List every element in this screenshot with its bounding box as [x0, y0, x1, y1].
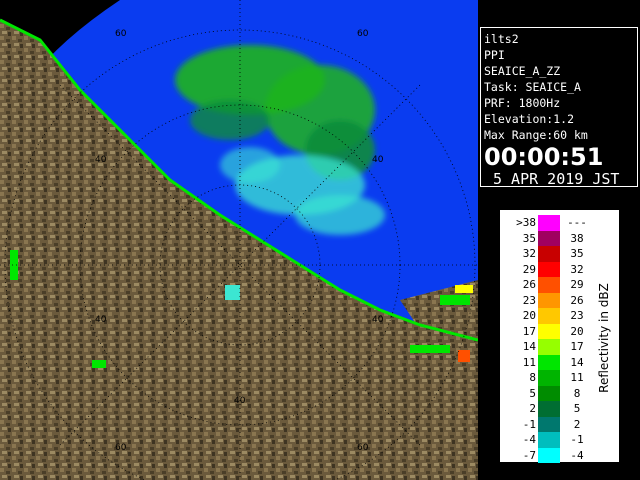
scale-row: 23 26	[510, 292, 596, 308]
scale-upper-bound: 29	[570, 278, 584, 291]
scale-lower-bound: 26	[522, 278, 536, 291]
scale-lower-bound: -7	[522, 448, 536, 462]
scale-lower-bound: 29	[522, 262, 536, 276]
scale-color-swatch	[538, 230, 560, 246]
scan-date: 5 APR 2019 JST	[493, 170, 620, 188]
scale-lower-bound: 8	[529, 371, 536, 384]
max-range-value: Max Range:60 km	[484, 128, 588, 142]
radar-ppi-map[interactable]: 60 60 40 40 40 40 40 60 60	[0, 0, 478, 480]
scale-color-swatch	[538, 323, 560, 339]
scale-lower-bound: 5	[529, 386, 536, 400]
task-name: Task: SEAICE_A	[484, 80, 581, 94]
scale-row: 32 35	[510, 246, 596, 262]
scale-color-swatch	[538, 277, 560, 293]
range-label: 40	[234, 396, 246, 406]
scale-row: 29 32	[510, 261, 596, 277]
scale-color-swatch	[538, 401, 560, 417]
scale-upper-bound: 26	[570, 293, 584, 307]
scale-color-swatch	[538, 447, 560, 463]
scale-lower-bound: 17	[522, 324, 536, 338]
scale-upper-bound: 14	[570, 355, 584, 369]
scale-upper-bound: 5	[573, 402, 581, 415]
scale-color-swatch	[538, 246, 560, 262]
scale-row: 20 23	[510, 308, 596, 324]
scale-row: 58	[510, 385, 596, 401]
scale-upper-bound: -1	[570, 433, 584, 446]
scan-mode: PPI	[484, 48, 505, 62]
range-label: 60	[357, 29, 369, 39]
scale-upper-bound: 11	[570, 371, 584, 384]
scale-row: 35 38	[510, 230, 596, 246]
elevation-value: Elevation:1.2	[484, 112, 575, 126]
scale-upper-bound: 23	[570, 309, 584, 322]
range-label: 60	[357, 443, 369, 453]
scale-lower-bound: 23	[522, 293, 536, 307]
scale-row: >38 ---	[510, 215, 596, 231]
scale-row: 8 11	[510, 370, 596, 386]
range-label: 40	[372, 155, 384, 165]
scale-lower-bound: 32	[522, 247, 536, 260]
scale-upper-bound: 8	[573, 386, 581, 400]
scale-row: 25	[510, 401, 596, 417]
scale-lower-bound: 2	[529, 402, 536, 415]
scale-upper-bound: 38	[570, 231, 584, 245]
scale-row: -4 -1	[510, 432, 596, 448]
scale-row: 14 17	[510, 339, 596, 355]
scale-lower-bound: 11	[522, 355, 536, 369]
scan-time: 00:00:51	[484, 143, 604, 171]
range-label: 60	[115, 443, 127, 453]
scale-color-swatch	[538, 432, 560, 448]
scale-lower-bound: -1	[522, 417, 536, 431]
scale-lower-bound: 35	[522, 231, 536, 245]
scale-lower-bound: 14	[522, 340, 536, 353]
scale-row: 17 20	[510, 323, 596, 339]
scale-row: -1 2	[510, 416, 596, 432]
scale-upper-bound: 20	[570, 324, 584, 338]
scale-title: Reflectivity in dBZ	[597, 283, 611, 393]
scale-row: 11 14	[510, 354, 596, 370]
scale-color-swatch	[538, 215, 560, 231]
scale-color-swatch	[538, 385, 560, 401]
scale-lower-bound: 20	[522, 309, 536, 322]
scale-upper-bound: ---	[567, 216, 587, 229]
range-label: 40	[372, 315, 384, 325]
scale-lower-bound: -4	[522, 433, 536, 446]
product-name: SEAICE_A_ZZ	[484, 64, 561, 78]
scale-upper-bound: 2	[573, 417, 581, 431]
scale-rows: >38 --- 35 38 32 35 29 32 26 29 23 26 20 23 17 20 14 17 11…	[510, 215, 596, 463]
range-label: 40	[95, 155, 107, 165]
scale-color-swatch	[538, 308, 560, 324]
scale-lower-bound: >38	[516, 216, 536, 229]
scale-upper-bound: 35	[570, 247, 584, 260]
scale-row: -7 -4	[510, 447, 596, 463]
prf-value: PRF: 1800Hz	[484, 96, 561, 110]
range-label: 40	[95, 315, 107, 325]
scale-color-swatch	[538, 370, 560, 386]
reflectivity-color-scale: >38 --- 35 38 32 35 29 32 26 29 23 26 20 23 17 20 14 17 11…	[499, 209, 620, 463]
scale-color-swatch	[538, 354, 560, 370]
scale-upper-bound: 17	[570, 340, 584, 353]
scale-upper-bound: 32	[570, 262, 584, 276]
range-label: 60	[115, 29, 127, 39]
station-name: ilts2	[484, 32, 519, 46]
scale-color-swatch	[538, 261, 560, 277]
scale-upper-bound: -4	[570, 448, 584, 462]
scale-color-swatch	[538, 292, 560, 308]
radar-info-panel: ilts2 PPI SEAICE_A_ZZ Task: SEAICE_A PRF…	[480, 27, 638, 188]
scale-row: 26 29	[510, 277, 596, 293]
scale-color-swatch	[538, 339, 560, 355]
scale-color-swatch	[538, 416, 560, 432]
